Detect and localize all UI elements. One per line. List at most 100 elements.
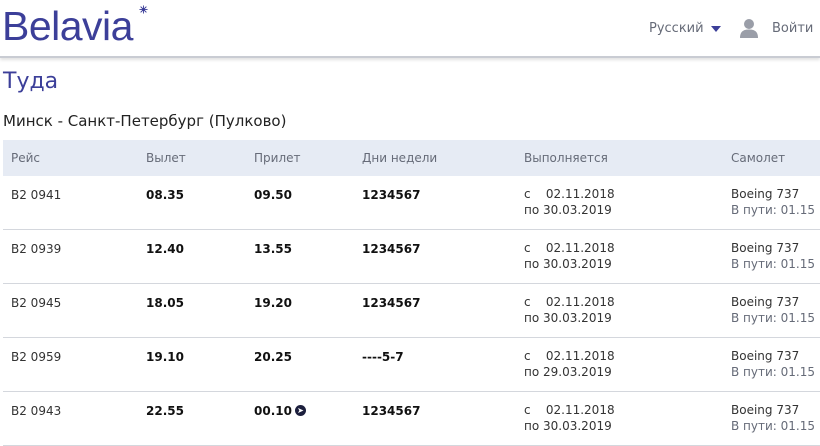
table-header: Рейс Вылет Прилет Дни недели Выполняется… <box>3 140 820 176</box>
aircraft-type: Boeing 737 <box>731 403 800 417</box>
valid-from-date: 02.11.2018 <box>545 187 615 201</box>
valid-to-date: 30.03.2019 <box>543 203 612 217</box>
flight-number: B2 0941 <box>11 188 62 202</box>
column-days: Дни недели <box>362 151 438 165</box>
site-header: Belavia Русский Войти <box>0 0 820 58</box>
valid-to: по 29.03.2019 <box>524 364 615 380</box>
duration-label: В пути: <box>731 203 777 217</box>
aircraft-info: Boeing 737 В пути: 01.15 <box>731 240 815 272</box>
table-row: B2 0959 19.10 20.25 ----5-7 с 02.11.2018… <box>3 338 820 392</box>
duration-value: 01.15 <box>780 419 816 433</box>
language-selector[interactable]: Русский <box>649 21 704 36</box>
validity-period: с 02.11.2018 по 30.03.2019 <box>524 240 615 272</box>
aircraft-info: Boeing 737 В пути: 01.15 <box>731 348 815 380</box>
flight-duration: В пути: 01.15 <box>731 418 815 434</box>
flight-duration: В пути: 01.15 <box>731 310 815 326</box>
column-flight: Рейс <box>11 151 41 165</box>
aircraft-info: Boeing 737 В пути: 01.15 <box>731 294 815 326</box>
aircraft-type: Boeing 737 <box>731 241 800 255</box>
arrival-time-value: 19.20 <box>254 296 292 310</box>
valid-from: с 02.11.2018 <box>524 294 615 310</box>
schedule-table: Рейс Вылет Прилет Дни недели Выполняется… <box>3 140 820 446</box>
valid-to-date: 30.03.2019 <box>543 257 612 271</box>
weekdays: 1234567 <box>362 188 421 202</box>
valid-from-label: с <box>524 349 531 363</box>
aircraft-type: Boeing 737 <box>731 187 800 201</box>
valid-to: по 30.03.2019 <box>524 418 615 434</box>
duration-value: 01.15 <box>780 311 816 325</box>
aircraft-info: Boeing 737 В пути: 01.15 <box>731 402 815 434</box>
next-day-icon: ➤ <box>294 405 306 416</box>
valid-to: по 30.03.2019 <box>524 310 615 326</box>
flight-number: B2 0943 <box>11 404 62 418</box>
route-title: Минск - Санкт-Петербург (Пулково) <box>3 112 287 130</box>
weekdays: 1234567 <box>362 404 421 418</box>
table-row: B2 0943 22.55 00.10 ➤ 1234567 с 02.11.201… <box>3 392 820 446</box>
duration-value: 01.15 <box>780 365 816 379</box>
flight-duration: В пути: 01.15 <box>731 364 815 380</box>
duration-value: 01.15 <box>780 203 816 217</box>
weekdays: ----5-7 <box>362 350 404 364</box>
valid-to-label: по <box>524 419 540 433</box>
flight-number: B2 0959 <box>11 350 62 364</box>
arrival-time: 13.55 <box>254 241 292 257</box>
flight-number: B2 0945 <box>11 296 62 310</box>
departure-time: 18.05 <box>146 296 184 310</box>
column-arrival: Прилет <box>254 151 301 165</box>
departure-time: 22.55 <box>146 404 184 418</box>
valid-from: с 02.11.2018 <box>524 402 615 418</box>
table-row: B2 0941 08.35 09.50 1234567 с 02.11.2018… <box>3 176 820 230</box>
valid-to: по 30.03.2019 <box>524 256 615 272</box>
duration-value: 01.15 <box>780 257 816 271</box>
duration-label: В пути: <box>731 257 777 271</box>
weekdays: 1234567 <box>362 296 421 310</box>
validity-period: с 02.11.2018 по 30.03.2019 <box>524 186 615 218</box>
table-row: B2 0939 12.40 13.55 1234567 с 02.11.2018… <box>3 230 820 284</box>
valid-from-label: с <box>524 187 531 201</box>
column-validity: Выполняется <box>524 151 608 165</box>
valid-from: с 02.11.2018 <box>524 348 615 364</box>
duration-label: В пути: <box>731 365 777 379</box>
validity-period: с 02.11.2018 по 29.03.2019 <box>524 348 615 380</box>
flight-duration: В пути: 01.15 <box>731 256 815 272</box>
valid-to-label: по <box>524 311 540 325</box>
valid-from-date: 02.11.2018 <box>545 295 615 309</box>
aircraft-type: Boeing 737 <box>731 349 800 363</box>
arrival-time: 09.50 <box>254 187 292 203</box>
validity-period: с 02.11.2018 по 30.03.2019 <box>524 294 615 326</box>
column-departure: Вылет <box>146 151 186 165</box>
arrival-time: 19.20 <box>254 295 292 311</box>
duration-label: В пути: <box>731 311 777 325</box>
login-link[interactable]: Войти <box>772 21 813 36</box>
valid-to: по 30.03.2019 <box>524 202 615 218</box>
arrival-time: 20.25 <box>254 349 292 365</box>
arrival-time: 00.10 ➤ <box>254 403 306 419</box>
valid-to-date: 30.03.2019 <box>543 311 612 325</box>
departure-time: 08.35 <box>146 188 184 202</box>
flight-duration: В пути: 01.15 <box>731 202 815 218</box>
belavia-logo[interactable]: Belavia <box>2 0 133 56</box>
column-aircraft: Самолет <box>731 151 786 165</box>
valid-to-date: 29.03.2019 <box>543 365 612 379</box>
arrival-time-value: 20.25 <box>254 350 292 364</box>
valid-from-label: с <box>524 295 531 309</box>
valid-from-date: 02.11.2018 <box>545 403 615 417</box>
validity-period: с 02.11.2018 по 30.03.2019 <box>524 402 615 434</box>
table-row: B2 0945 18.05 19.20 1234567 с 02.11.2018… <box>3 284 820 338</box>
user-icon[interactable] <box>739 18 759 38</box>
valid-to-date: 30.03.2019 <box>543 419 612 433</box>
valid-to-label: по <box>524 203 540 217</box>
valid-from-date: 02.11.2018 <box>545 241 615 255</box>
valid-to-label: по <box>524 365 540 379</box>
chevron-down-icon[interactable] <box>711 26 721 32</box>
arrival-time-value: 09.50 <box>254 188 292 202</box>
arrival-time-value: 13.55 <box>254 242 292 256</box>
table-body: B2 0941 08.35 09.50 1234567 с 02.11.2018… <box>3 176 820 446</box>
aircraft-info: Boeing 737 В пути: 01.15 <box>731 186 815 218</box>
valid-from-label: с <box>524 241 531 255</box>
valid-from: с 02.11.2018 <box>524 240 615 256</box>
arrival-time-value: 00.10 <box>254 404 292 418</box>
valid-from-label: с <box>524 403 531 417</box>
departure-time: 12.40 <box>146 242 184 256</box>
logo-star-icon <box>139 5 148 14</box>
